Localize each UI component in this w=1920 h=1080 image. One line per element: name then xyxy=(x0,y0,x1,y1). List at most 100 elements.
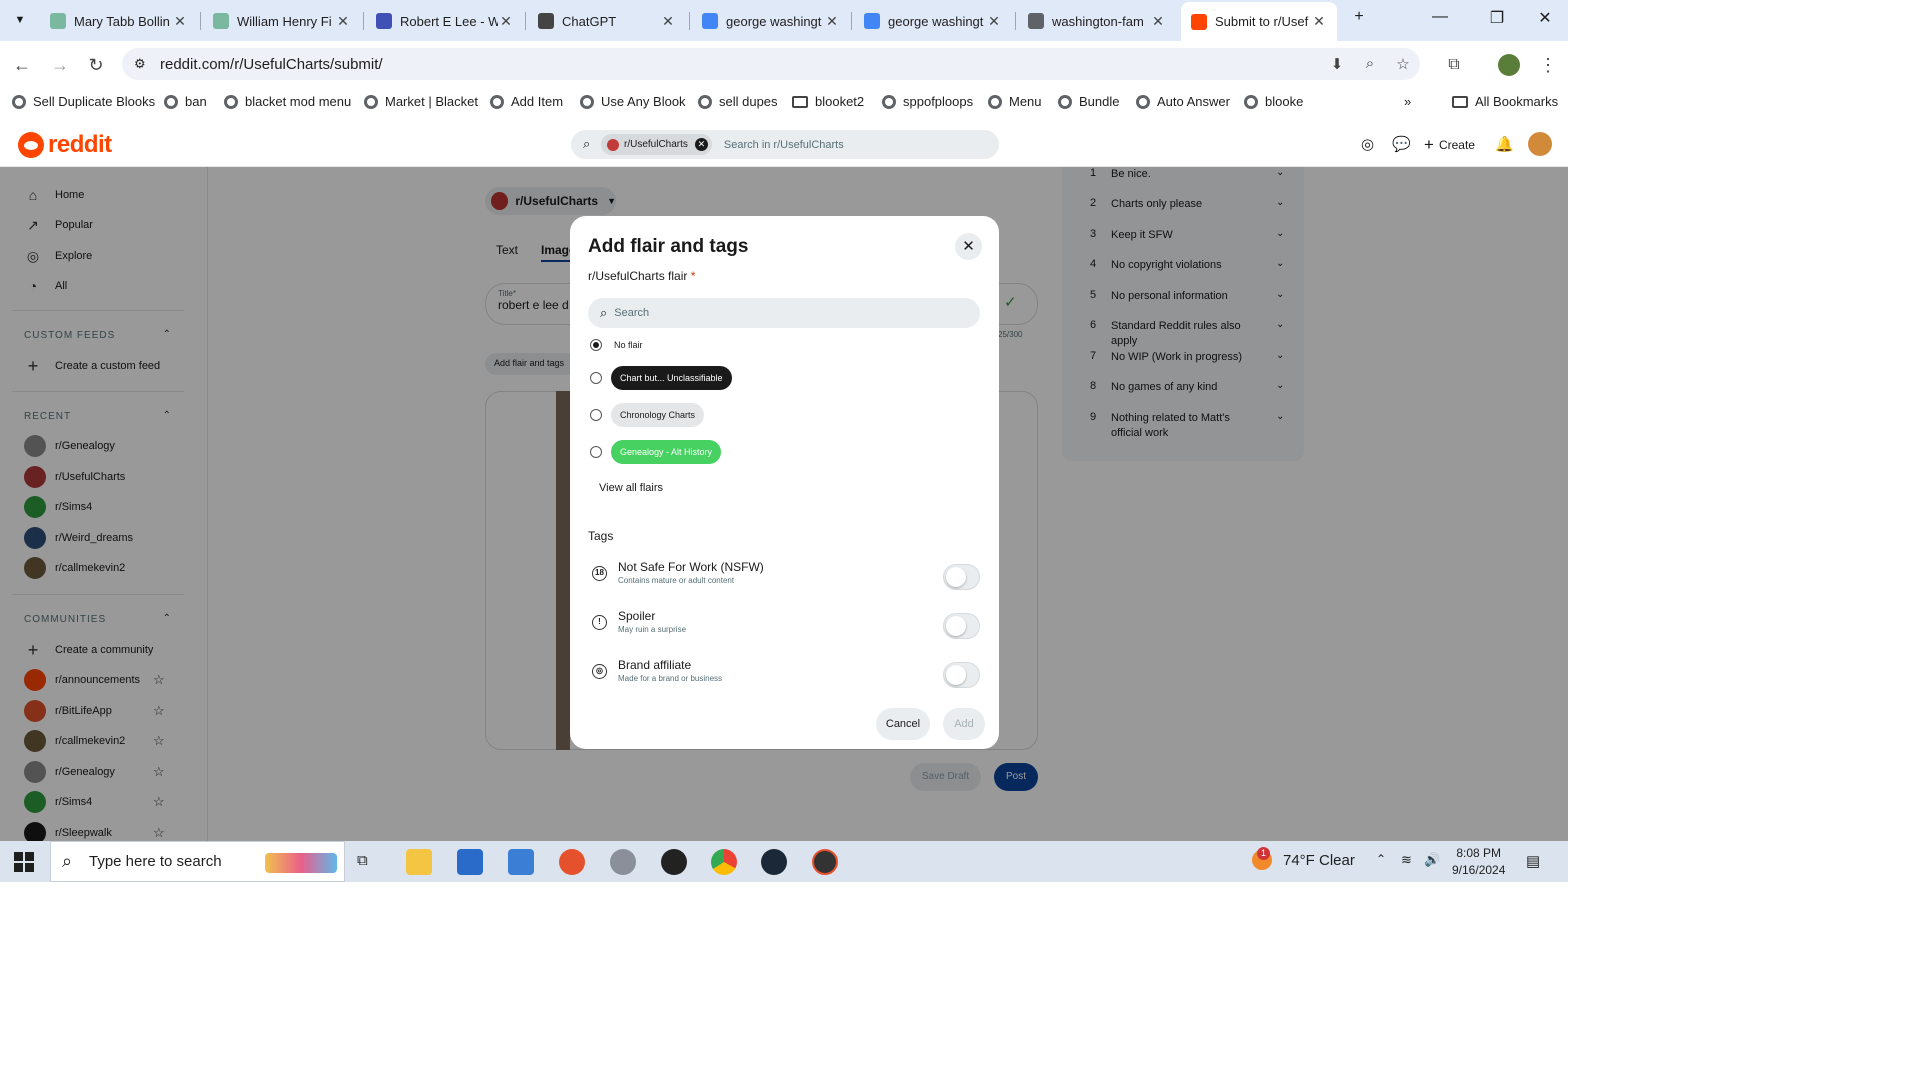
wifi-icon[interactable]: ≋ xyxy=(1401,852,1412,868)
taskbar-search-input[interactable]: ⌕ Type here to search xyxy=(50,841,345,882)
site-info-icon[interactable]: ⚙ xyxy=(134,56,146,72)
bookmark-label: ban xyxy=(185,94,207,109)
more-bookmarks-icon[interactable]: » xyxy=(1404,94,1411,109)
tab-close-icon[interactable]: ✕ xyxy=(498,13,514,30)
search-icon: ⌕ xyxy=(600,305,608,320)
globe-icon xyxy=(580,94,594,109)
flair-option[interactable]: Genealogy - Alt History xyxy=(611,440,722,464)
tab-search-button[interactable]: ▼ xyxy=(8,8,32,32)
steam-icon[interactable] xyxy=(761,849,787,875)
bookmark-item[interactable]: Menu xyxy=(988,94,1042,109)
chrome-icon[interactable] xyxy=(711,849,737,875)
bookmark-label: Sell Duplicate Blooks xyxy=(33,94,156,109)
browser-tab[interactable]: george washingt ✕ xyxy=(854,8,1012,34)
maximize-button[interactable]: ❐ xyxy=(1477,8,1517,28)
bookmark-item[interactable]: blooke xyxy=(1244,94,1303,109)
browser-tab[interactable]: Submit to r/Usef ✕ xyxy=(1181,2,1337,41)
bookmark-item[interactable]: ban xyxy=(164,94,207,109)
view-all-flairs-link[interactable]: View all flairs xyxy=(599,482,663,494)
tag-description: Contains mature or adult content xyxy=(618,576,735,585)
tab-close-icon[interactable]: ✕ xyxy=(824,13,840,30)
browser-menu-icon[interactable]: ⋮ xyxy=(1536,53,1560,77)
all-bookmarks-button[interactable]: All Bookmarks xyxy=(1452,94,1558,109)
cancel-button[interactable]: Cancel xyxy=(876,708,930,740)
tag-row-nsfw: 18 Not Safe For Work (NSFW) Contains matur… xyxy=(592,560,982,594)
toggle-spoiler[interactable] xyxy=(943,613,980,639)
radio-flair[interactable] xyxy=(590,446,602,458)
bookmark-label: Add Item xyxy=(511,94,564,109)
volume-icon[interactable]: 🔊 xyxy=(1424,852,1440,868)
flair-option[interactable]: Chart but... Unclassifiable xyxy=(611,366,732,390)
bookmark-item[interactable]: Use Any Blook xyxy=(580,94,686,109)
bookmark-item[interactable]: sell dupes xyxy=(698,94,778,109)
mail-icon[interactable] xyxy=(508,849,534,875)
bookmark-item[interactable]: Auto Answer xyxy=(1136,94,1230,109)
close-window-button[interactable]: ✕ xyxy=(1525,8,1565,28)
bookmark-item[interactable]: Bundle xyxy=(1058,94,1119,109)
obs-icon[interactable] xyxy=(661,849,687,875)
tab-close-icon[interactable]: ✕ xyxy=(172,13,188,30)
tab-close-icon[interactable]: ✕ xyxy=(660,13,676,30)
install-app-icon[interactable]: ⬇ xyxy=(1326,55,1348,73)
store-icon[interactable] xyxy=(457,849,483,875)
tab-close-icon[interactable]: ✕ xyxy=(986,13,1002,30)
system-clock[interactable]: 8:08 PM 9/16/2024 xyxy=(1452,845,1505,879)
bookmark-item[interactable]: blacket mod menu xyxy=(224,94,351,109)
extensions-icon[interactable]: ⧉ xyxy=(1442,53,1466,77)
bookmark-item[interactable]: sppofploops xyxy=(882,94,973,109)
tab-close-icon[interactable]: ✕ xyxy=(335,13,351,30)
mouse-app-icon[interactable] xyxy=(610,849,636,875)
bookmark-label: Bundle xyxy=(1079,94,1120,109)
tag-row-spoiler: ! Spoiler May ruin a surprise xyxy=(592,609,982,643)
nsfw-icon: 18 xyxy=(592,566,607,581)
bookmark-label: Auto Answer xyxy=(1157,94,1230,109)
browser-tab[interactable]: Robert E Lee - W ✕ xyxy=(366,8,524,34)
bookmark-item[interactable]: blooket2 xyxy=(792,94,864,109)
flair-search-input[interactable]: ⌕ Search xyxy=(588,298,980,328)
ea-app-icon[interactable] xyxy=(559,849,585,875)
close-icon[interactable]: ✕ xyxy=(955,233,982,260)
file-explorer-icon[interactable] xyxy=(406,849,432,875)
browser-tab[interactable]: William Henry Fi ✕ xyxy=(203,8,361,34)
bookmark-item[interactable]: Market | Blacket xyxy=(364,94,478,109)
toggle-nsfw[interactable] xyxy=(943,564,980,590)
chevron-up-icon[interactable]: ⌃ xyxy=(1376,852,1386,866)
radio-no-flair[interactable] xyxy=(590,339,602,351)
browser-tab[interactable]: washington-fam ✕ xyxy=(1018,8,1176,34)
folder-icon xyxy=(1452,95,1468,108)
profile-avatar[interactable] xyxy=(1498,54,1520,76)
browser-tab[interactable]: george washingt ✕ xyxy=(692,8,850,34)
radio-flair[interactable] xyxy=(590,409,602,421)
bookmark-item[interactable]: Sell Duplicate Blooks xyxy=(12,94,155,109)
modal-backdrop-left[interactable] xyxy=(0,167,209,841)
new-tab-button[interactable]: + xyxy=(1339,8,1379,26)
bookmark-label: Market | Blacket xyxy=(385,94,478,109)
url-text: reddit.com/r/UsefulCharts/submit/ xyxy=(160,55,383,73)
globe-icon xyxy=(1244,94,1258,109)
notifications-icon[interactable]: ▤ xyxy=(1526,852,1540,870)
forward-button[interactable]: → xyxy=(48,53,72,77)
toggle-brand-affiliate[interactable] xyxy=(943,662,980,688)
windows-start-icon[interactable] xyxy=(14,852,34,872)
tab-close-icon[interactable]: ✕ xyxy=(1150,13,1166,30)
tab-title: Submit to r/Usef xyxy=(1215,14,1309,29)
bookmark-item[interactable]: Add Item xyxy=(490,94,563,109)
zoom-icon[interactable]: ⌕ xyxy=(1359,55,1381,73)
tab-close-icon[interactable]: ✕ xyxy=(1311,13,1327,30)
flair-label: r/UsefulCharts flair * xyxy=(588,269,696,283)
task-view-icon[interactable]: ⧉ xyxy=(357,852,368,869)
browser-tab[interactable]: Mary Tabb Bollin ✕ xyxy=(40,8,198,34)
globe-icon xyxy=(12,94,26,109)
tab-title: george washingt xyxy=(888,13,984,29)
bookmark-star-icon[interactable]: ☆ xyxy=(1392,55,1414,73)
minimize-button[interactable]: — xyxy=(1420,8,1460,26)
add-button[interactable]: Add xyxy=(943,708,985,740)
browser-tab[interactable]: ChatGPT ✕ xyxy=(528,8,686,34)
back-button[interactable]: ← xyxy=(10,53,34,77)
radio-flair[interactable] xyxy=(590,372,602,384)
url-input[interactable]: ⚙ reddit.com/r/UsefulCharts/submit/ ⬇ ⌕ … xyxy=(122,48,1420,80)
tab-favicon-icon xyxy=(864,13,880,29)
flair-option[interactable]: Chronology Charts xyxy=(611,403,705,427)
reload-button[interactable]: ↻ xyxy=(84,53,108,77)
media-player-icon[interactable] xyxy=(812,849,838,875)
